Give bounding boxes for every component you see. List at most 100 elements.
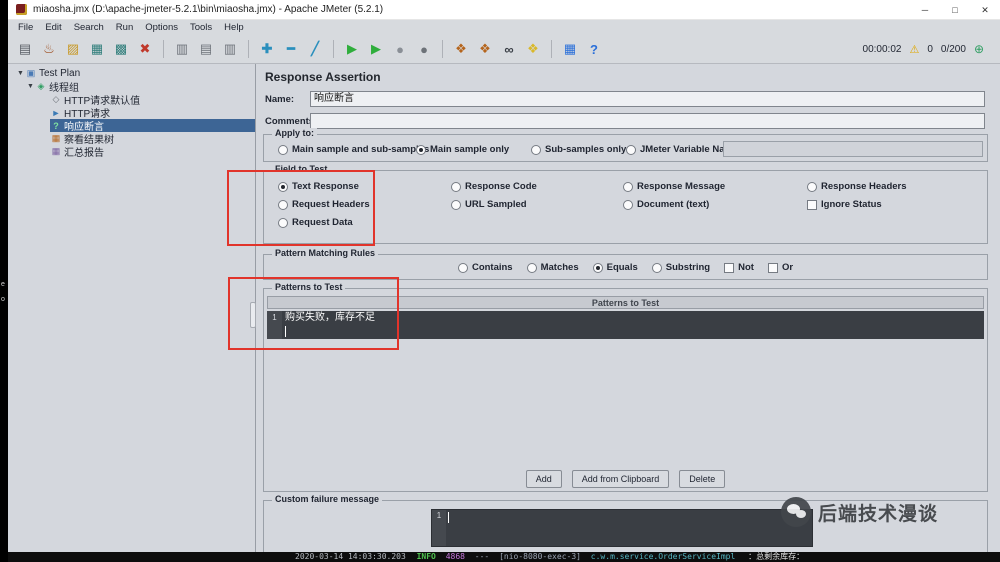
checkbox-or[interactable]: Or [767,262,793,273]
radio-substring[interactable]: Substring [651,262,710,273]
open-file-icon[interactable]: ▨ [62,38,84,60]
radio-equals[interactable]: Equals [592,262,638,273]
radio-icon[interactable] [807,181,817,192]
custom-failure-editor[interactable]: 1 [431,509,813,547]
tree-item-http-defaults[interactable]: ◇ HTTP请求默认值 [8,93,255,106]
custom-failure-text[interactable] [446,510,812,546]
title-bar: miaosha.jmx (D:\apache-jmeter-5.2.1\bin\… [8,0,1000,20]
delete-button[interactable]: Delete [679,470,726,488]
maximize-button[interactable]: □ [940,0,970,20]
remove-element-icon[interactable]: ━ [280,38,302,60]
expand-arrow-icon[interactable]: ▼ [16,70,25,77]
radio-url-sampled[interactable]: URL Sampled [451,199,527,210]
function-helper-icon[interactable]: ▦ [559,38,581,60]
checkbox-icon[interactable] [767,262,778,273]
comments-input[interactable] [310,113,985,129]
stop-icon[interactable]: ● [389,38,411,60]
copy-icon[interactable]: ▥ [171,38,193,60]
tree-selection-highlight: ? 响应断言 [50,119,255,132]
radio-icon[interactable] [623,181,633,192]
start-no-pauses-icon[interactable]: ▶ [365,38,387,60]
close-button[interactable]: ✕ [970,0,1000,20]
radio-icon[interactable] [526,262,537,273]
radio-icon-selected[interactable] [592,262,603,273]
radio-icon[interactable] [451,199,461,210]
name-label: Name: [265,94,295,105]
name-input[interactable]: 响应断言 [310,91,985,107]
radio-response-message[interactable]: Response Message [623,181,725,192]
save-icon[interactable]: ▦ [86,38,108,60]
toggle-icon[interactable]: ╱ [304,38,326,60]
tree-item-thread-group[interactable]: ▼ ◈ 线程组 [8,80,255,93]
warning-icon[interactable]: ⚠ [909,43,919,56]
radio-icon-selected[interactable] [416,144,426,155]
templates-icon[interactable]: ♨ [38,38,60,60]
radio-response-code[interactable]: Response Code [451,181,537,192]
checkbox-ignore-status[interactable]: Ignore Status [807,199,882,210]
new-file-icon[interactable]: ▤ [14,38,36,60]
paste-icon[interactable]: ▤ [195,38,217,60]
toolbar-separator [163,40,164,58]
tree-item-test-plan[interactable]: ▼ ▣ Test Plan [8,67,255,80]
duplicate-icon[interactable]: ▥ [219,38,241,60]
jmeter-variable-input[interactable] [723,141,983,157]
search-reset-icon[interactable]: ❖ [522,38,544,60]
menu-edit[interactable]: Edit [39,22,67,33]
help-icon[interactable]: ? [583,38,605,60]
radio-response-headers[interactable]: Response Headers [807,181,907,192]
tree-item-summary-report[interactable]: ▦ 汇总报告 [8,145,255,158]
http-defaults-icon: ◇ [52,94,60,104]
radio-sub-samples-only[interactable]: Sub-samples only [531,144,626,155]
log-logger: c.w.m.service.OrderServiceImpl [590,552,736,561]
radio-icon[interactable] [451,181,461,192]
radio-contains[interactable]: Contains [457,262,513,273]
menu-run[interactable]: Run [110,22,139,33]
tree-item-label: Test Plan [39,68,81,79]
menu-options[interactable]: Options [139,22,184,33]
custom-failure-message-legend: Custom failure message [272,494,383,504]
minimize-button[interactable]: ─ [910,0,940,20]
expand-arrow-icon[interactable]: ▼ [26,83,35,90]
menu-help[interactable]: Help [218,22,250,33]
globe-icon[interactable]: ⊕ [974,42,984,56]
start-icon[interactable]: ▶ [341,38,363,60]
radio-icon[interactable] [651,262,662,273]
radio-icon[interactable] [626,144,636,155]
cut-icon[interactable]: ✖ [134,38,156,60]
window-title: miaosha.jmx (D:\apache-jmeter-5.2.1\bin\… [33,4,384,15]
annotation-box-field-to-test [227,170,375,246]
add-button[interactable]: Add [525,470,562,488]
radio-matches[interactable]: Matches [526,262,579,273]
save-as-icon[interactable]: ▩ [110,38,132,60]
edge-letter: e [1,281,5,288]
tree-item-view-results-tree[interactable]: ▦ 察看结果树 [8,132,255,145]
checkbox-icon[interactable] [724,262,735,273]
add-element-icon[interactable]: ✚ [256,38,278,60]
apply-to-legend: Apply to: [272,128,317,138]
tree-item-response-assertion[interactable]: ? 响应断言 [8,119,255,132]
radio-icon[interactable] [531,144,541,155]
checkbox-not[interactable]: Not [724,262,754,273]
search-icon[interactable]: ∞ [498,38,520,60]
clear-all-icon[interactable]: ❖ [474,38,496,60]
radio-icon[interactable] [623,199,633,210]
menu-file[interactable]: File [12,22,39,33]
tree-item-label: 汇总报告 [64,148,104,158]
add-from-clipboard-button[interactable]: Add from Clipboard [571,470,670,488]
radio-document-text[interactable]: Document (text) [623,199,709,210]
menu-search[interactable]: Search [68,22,110,33]
radio-icon[interactable] [278,144,288,155]
clear-icon[interactable]: ❖ [450,38,472,60]
radio-main-sample-and-sub-samples[interactable]: Main sample and sub-samples [278,144,429,155]
tree-item-http-request[interactable]: ► HTTP请求 [8,106,255,120]
shutdown-icon[interactable]: ● [413,38,435,60]
menu-tools[interactable]: Tools [184,22,218,33]
tree-item-label: 线程组 [49,83,79,93]
active-threads-count: 0/200 [940,43,966,55]
watermark-text: 后端技术漫谈 [817,503,938,525]
tree-item-label: 察看结果树 [64,135,114,145]
radio-icon[interactable] [457,262,468,273]
checkbox-icon[interactable] [807,199,817,210]
radio-main-sample-only[interactable]: Main sample only [416,144,509,155]
warning-count: 0 [927,43,933,55]
